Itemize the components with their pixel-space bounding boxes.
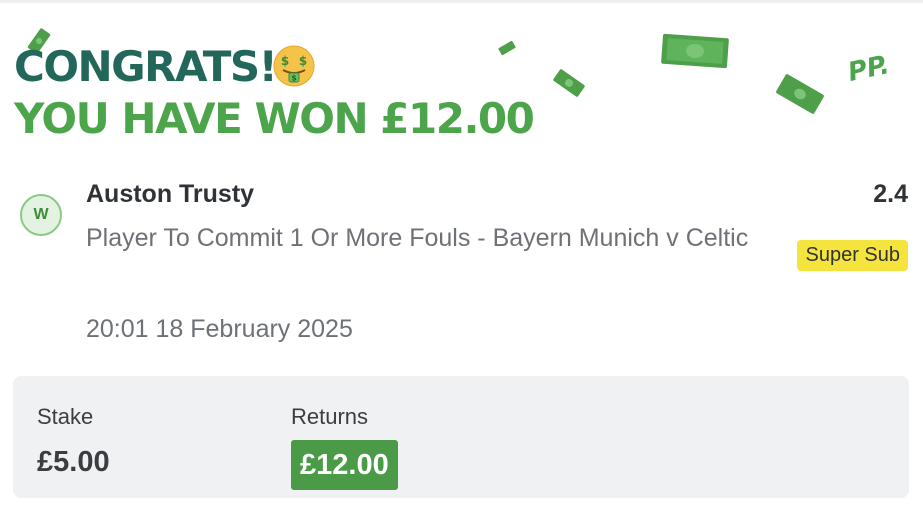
- market-description: Player To Commit 1 Or More Fouls - Bayer…: [86, 224, 749, 252]
- super-sub-badge: Super Sub: [797, 240, 908, 271]
- selection-name: Auston Trusty: [86, 180, 255, 208]
- bet-summary-panel: Stake £5.00 Returns £12.00: [13, 376, 909, 498]
- winnings-heading: YOU HAVE WON £12.00: [14, 94, 535, 143]
- svg-text:$: $: [291, 74, 297, 83]
- brand-logo: PP.: [845, 50, 892, 88]
- stake-value: £5.00: [37, 446, 110, 478]
- stake-label: Stake: [37, 404, 94, 429]
- status-letter: W: [33, 206, 49, 223]
- banknote-icon: [553, 69, 585, 97]
- returns-value: £12.00: [291, 440, 398, 490]
- banknote-icon: [498, 40, 516, 56]
- banknote-icon: [661, 33, 729, 69]
- banknote-icon: [776, 74, 824, 114]
- svg-text:$: $: [299, 54, 307, 68]
- top-divider: [0, 0, 923, 3]
- svg-text:$: $: [281, 54, 289, 68]
- money-mouth-face-icon: $ $ $: [273, 45, 315, 87]
- odds-value: 2.4: [873, 180, 908, 208]
- bet-datetime: 20:01 18 February 2025: [86, 315, 353, 343]
- congrats-heading: CONGRATS!: [14, 42, 278, 91]
- returns-label: Returns: [291, 404, 369, 429]
- won-status-icon: W: [20, 194, 62, 236]
